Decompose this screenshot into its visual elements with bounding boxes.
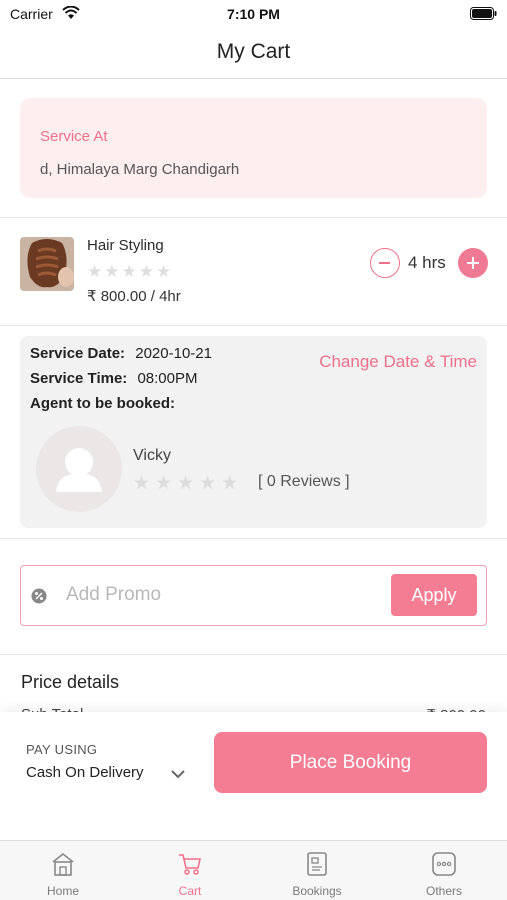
agent-rating-stars: ★★★★★	[133, 473, 244, 494]
page-title: My Cart	[216, 40, 291, 63]
tab-cart[interactable]: Cart	[127, 841, 253, 900]
status-bar: Carrier 7:10 PM	[0, 0, 507, 28]
service-time-row: Service Time: 08:00PM	[30, 370, 198, 387]
service-time-label: Service Time:	[30, 370, 128, 387]
tab-others[interactable]: Others	[381, 841, 507, 900]
service-time-value: 08:00PM	[137, 370, 198, 387]
header-divider	[0, 78, 507, 79]
booking-details-card: Service Date: 2020-10-21 Service Time: 0…	[20, 336, 487, 528]
agent-reviews: [ 0 Reviews ]	[258, 473, 350, 490]
bookings-icon	[307, 852, 327, 876]
cart-icon	[179, 854, 201, 875]
tab-others-label: Others	[425, 884, 462, 898]
tab-home-label: Home	[46, 884, 79, 898]
service-at-label: Service At	[40, 128, 108, 145]
section-divider	[0, 325, 507, 326]
place-booking-button[interactable]: Place Booking	[214, 732, 487, 793]
section-divider	[0, 538, 507, 539]
section-divider	[0, 217, 507, 218]
increase-quantity-button[interactable]	[458, 248, 488, 278]
pay-using-label: PAY USING	[26, 742, 98, 757]
section-divider	[0, 654, 507, 655]
service-price: ₹ 800.00 / 4hr	[87, 288, 181, 305]
change-date-time-link[interactable]: Change Date & Time	[319, 352, 477, 372]
discount-icon	[31, 588, 47, 604]
service-address: d, Himalaya Marg Chandigarh	[40, 161, 240, 178]
service-at-card: Service At d, Himalaya Marg Chandigarh	[20, 98, 487, 198]
tab-bar: Home Cart Bookings Others	[0, 840, 507, 900]
hair-styling-thumbnail-icon	[20, 237, 74, 291]
payment-panel: PAY USING Cash On Delivery Place Booking	[0, 712, 507, 840]
service-name: Hair Styling	[87, 237, 164, 254]
decrease-quantity-button[interactable]	[370, 248, 400, 278]
price-details-title: Price details	[21, 672, 120, 692]
tab-home[interactable]: Home	[0, 841, 126, 900]
status-time: 7:10 PM	[227, 6, 280, 22]
service-rating-stars: ★★★★★	[87, 262, 174, 281]
tab-cart-label: Cart	[178, 884, 202, 898]
agent-name: Vicky	[133, 447, 171, 464]
tab-bookings-label: Bookings	[292, 884, 342, 898]
quantity-value: 4 hrs	[408, 253, 446, 272]
hair-styling-photo	[20, 237, 74, 291]
apply-button[interactable]: Apply	[391, 574, 477, 616]
chevron-down-icon[interactable]	[170, 768, 186, 780]
more-icon	[432, 852, 456, 876]
service-date-value: 2020-10-21	[135, 345, 212, 362]
service-date-row: Service Date: 2020-10-21	[30, 345, 212, 362]
agent-label-row: Agent to be booked:	[30, 395, 175, 412]
agent-label: Agent to be booked:	[30, 395, 175, 412]
service-date-label: Service Date:	[30, 345, 126, 362]
user-placeholder-icon	[56, 448, 102, 492]
promo-box: Apply	[20, 565, 487, 626]
promo-input[interactable]	[66, 580, 386, 610]
payment-method-select[interactable]: Cash On Delivery	[26, 764, 144, 781]
home-icon	[52, 852, 74, 876]
tab-bookings[interactable]: Bookings	[254, 841, 380, 900]
avatar	[36, 426, 122, 512]
battery-icon	[470, 7, 497, 20]
